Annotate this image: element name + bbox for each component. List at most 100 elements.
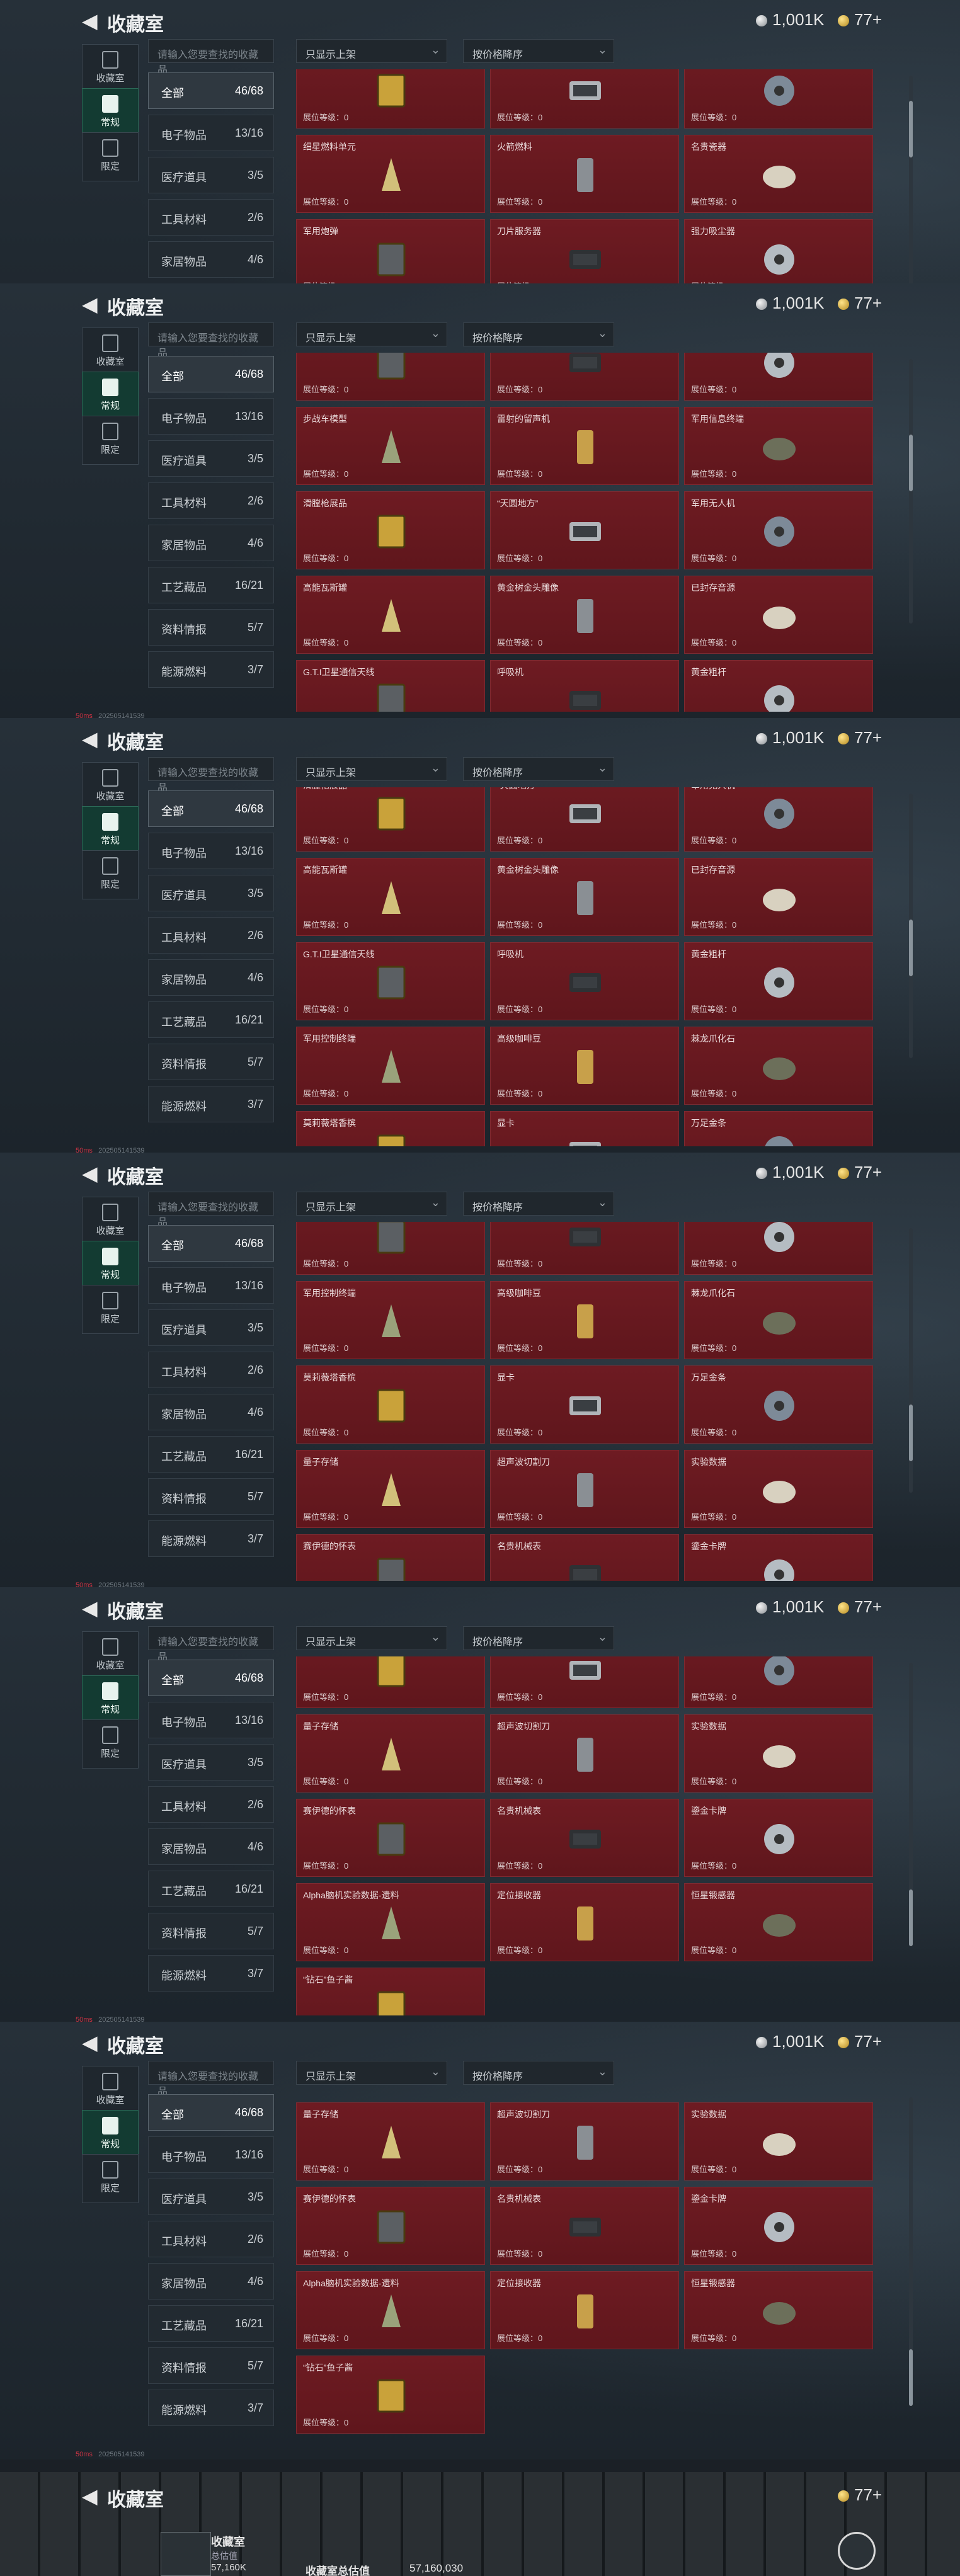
collection-item-card[interactable]: 高级咖啡豆 展位等级：0 <box>490 1281 679 1359</box>
scrollbar[interactable] <box>909 794 913 1058</box>
collection-item-card[interactable]: 名贵机械表 展位等级：0 <box>490 2187 679 2265</box>
category-item[interactable]: 家居物品 4/6 <box>148 1394 274 1430</box>
collection-item-card[interactable]: 名贵瓷器 展位等级：0 <box>684 135 873 213</box>
rail-tab[interactable]: 限定 <box>82 850 139 899</box>
collection-item-card[interactable]: 曼德尔超算单元 展位等级：0 <box>490 69 679 128</box>
action-round-button[interactable] <box>838 2532 876 2570</box>
collection-item-card[interactable]: 显卡 展位等级：0 <box>490 1365 679 1444</box>
category-item[interactable]: 电子物品 13/16 <box>148 833 274 869</box>
back-arrow-icon[interactable]: ◀ <box>82 2031 98 2055</box>
scrollbar[interactable] <box>909 359 913 624</box>
category-item[interactable]: 工艺藏品16/21 <box>148 1436 274 1473</box>
collection-item-card[interactable]: 鎏金卡牌 展位等级：0 <box>684 1799 873 1877</box>
search-input[interactable]: 请输入您要查找的收藏品 <box>148 322 274 359</box>
category-item[interactable]: 资料情报5/7 <box>148 1478 274 1515</box>
category-item[interactable]: 家居物品 4/6 <box>148 1828 274 1865</box>
collection-item-card[interactable]: 棘龙爪化石 展位等级：0 <box>684 1027 873 1105</box>
collection-item-card[interactable]: 实验数据 展位等级：0 <box>684 2102 873 2180</box>
search-input[interactable]: 请输入您要查找的收藏品 <box>148 1192 274 1228</box>
back-arrow-icon[interactable]: ◀ <box>82 1161 98 1185</box>
rail-tab[interactable]: 常规 <box>82 1675 139 1724</box>
category-item[interactable]: 医疗道具 3/5 <box>148 157 274 193</box>
collection-item-card[interactable]: 步战车模型 展位等级：0 <box>296 407 485 485</box>
category-item[interactable]: 电子物品 13/16 <box>148 2136 274 2173</box>
collection-item-card[interactable]: 高能瓦斯罐 展位等级：0 <box>296 576 485 654</box>
collection-item-card[interactable]: 实验数据 展位等级：0 <box>684 1714 873 1792</box>
sort-dropdown[interactable]: 按价格降序 ⌄ <box>463 1626 614 1650</box>
show-filter-dropdown[interactable]: 只显示上架 ⌄ <box>296 1626 447 1650</box>
scrollbar-thumb[interactable] <box>909 2349 913 2406</box>
collection-item-card[interactable]: 黄金粗杆 展位等级：0 <box>684 660 873 712</box>
collection-item-card[interactable]: 超声波切割刀 展位等级：0 <box>490 1714 679 1792</box>
collection-item-card[interactable]: 高速磁盘阵列 展位等级：0 <box>684 69 873 128</box>
collection-item-card[interactable]: 军用无人机 展位等级：0 <box>684 787 873 852</box>
collection-item-card[interactable]: G.T.I卫星通信天线 展位等级：0 <box>296 660 485 712</box>
collection-item-card[interactable]: 军用无人机 展位等级：0 <box>684 491 873 569</box>
category-item[interactable]: 全部 46/68 <box>148 1225 274 1262</box>
collection-item-card[interactable]: 莫莉薇塔香槟 展位等级：0 <box>296 1365 485 1444</box>
collection-item-card[interactable]: 超声波切割刀 展位等级：0 <box>490 2102 679 2180</box>
back-arrow-icon[interactable]: ◀ <box>82 2484 98 2508</box>
sort-dropdown[interactable]: 按价格降序 ⌄ <box>463 322 614 346</box>
back-arrow-icon[interactable]: ◀ <box>82 9 98 33</box>
sort-dropdown[interactable]: 按价格降序 ⌄ <box>463 757 614 781</box>
category-item[interactable]: 工具材料 2/6 <box>148 917 274 954</box>
back-arrow-icon[interactable]: ◀ <box>82 292 98 316</box>
collection-item-card[interactable]: 莫莉薇塔香槟 展位等级：0 <box>296 1656 485 1708</box>
collection-item-card[interactable]: 名贵机械表 展位等级：0 <box>490 1534 679 1581</box>
sort-dropdown[interactable]: 按价格降序 ⌄ <box>463 39 614 63</box>
show-filter-dropdown[interactable]: 只显示上架 ⌄ <box>296 2061 447 2085</box>
rail-tab[interactable]: 限定 <box>82 1285 139 1334</box>
collection-item-card[interactable]: 雷射的留声机 展位等级：0 <box>490 407 679 485</box>
category-item[interactable]: 工艺藏品16/21 <box>148 1871 274 1907</box>
collection-item-card[interactable]: 实验数据 展位等级：0 <box>684 1450 873 1528</box>
rail-tab[interactable]: 限定 <box>82 416 139 465</box>
search-input[interactable]: 请输入您要查找的收藏品 <box>148 757 274 794</box>
category-item[interactable]: 资料情报5/7 <box>148 2347 274 2384</box>
category-item[interactable]: 工艺藏品16/21 <box>148 1001 274 1038</box>
scrollbar[interactable] <box>909 2097 913 2406</box>
category-item[interactable]: 全部 46/68 <box>148 790 274 827</box>
category-item[interactable]: 能源燃料3/7 <box>148 2390 274 2426</box>
back-arrow-icon[interactable]: ◀ <box>82 727 98 751</box>
category-item[interactable]: 能源燃料3/7 <box>148 1520 274 1557</box>
collection-item-card[interactable]: 呼吸机 展位等级：0 <box>490 942 679 1020</box>
category-item[interactable]: 医疗道具 3/5 <box>148 1309 274 1346</box>
category-item[interactable]: 家居物品 4/6 <box>148 525 274 561</box>
category-item[interactable]: 全部 46/68 <box>148 1660 274 1696</box>
collection-item-card[interactable]: 赛伊德的怀表 展位等级：0 <box>296 1799 485 1877</box>
collection-item-card[interactable]: 黄金树金头雕像 展位等级：0 <box>490 858 679 936</box>
category-item[interactable]: 能源燃料3/7 <box>148 1086 274 1122</box>
rail-tab[interactable]: 常规 <box>82 806 139 855</box>
collection-item-card[interactable]: 印象派名画 展位等级：0 <box>296 69 485 128</box>
category-item[interactable]: 工具材料 2/6 <box>148 1786 274 1823</box>
scrollbar-thumb[interactable] <box>909 1889 913 1946</box>
collection-item-card[interactable]: 量子存储 展位等级：0 <box>296 1714 485 1792</box>
collection-item-card[interactable]: 已封存音源 展位等级：0 <box>684 576 873 654</box>
rail-tab[interactable]: 常规 <box>82 372 139 421</box>
category-item[interactable]: 电子物品 13/16 <box>148 398 274 435</box>
collection-item-card[interactable]: “钻石”鱼子酱 展位等级：0 <box>296 2356 485 2434</box>
category-item[interactable]: 全部 46/68 <box>148 72 274 109</box>
category-item[interactable]: 工具材料 2/6 <box>148 199 274 236</box>
collection-item-card[interactable]: 高级咖啡豆 展位等级：0 <box>490 1027 679 1105</box>
collection-item-card[interactable]: “天圆地方” 展位等级：0 <box>490 787 679 852</box>
category-item[interactable]: 工具材料 2/6 <box>148 482 274 519</box>
category-item[interactable]: 能源燃料3/7 <box>148 1955 274 1992</box>
collection-item-card[interactable]: 万足金条 展位等级：0 <box>684 1111 873 1146</box>
rail-tab[interactable]: 收藏室 <box>82 44 139 93</box>
scrollbar-thumb[interactable] <box>909 101 913 157</box>
sort-dropdown[interactable]: 按价格降序 ⌄ <box>463 2061 614 2085</box>
collection-item-card[interactable]: 万足金条 展位等级：0 <box>684 1656 873 1708</box>
collection-item-card[interactable]: 细星燃料单元 展位等级：0 <box>296 135 485 213</box>
collection-item-card[interactable]: 呼吸机 展位等级：0 <box>490 660 679 712</box>
category-item[interactable]: 电子物品 13/16 <box>148 115 274 151</box>
collection-item-card[interactable]: 恒星锻感器 展位等级：0 <box>684 1883 873 1961</box>
rail-tab[interactable]: 常规 <box>82 2110 139 2159</box>
rail-tab[interactable]: 限定 <box>82 1719 139 1769</box>
collection-item-card[interactable]: 名贵机械表 展位等级：0 <box>490 1799 679 1877</box>
rail-tab[interactable]: 收藏室 <box>82 1631 139 1680</box>
category-item[interactable]: 电子物品 13/16 <box>148 1702 274 1738</box>
collection-item-card[interactable]: 赛伊德的怀表 展位等级：0 <box>296 2187 485 2265</box>
collection-item-card[interactable]: 量子存储 展位等级：0 <box>296 1450 485 1528</box>
